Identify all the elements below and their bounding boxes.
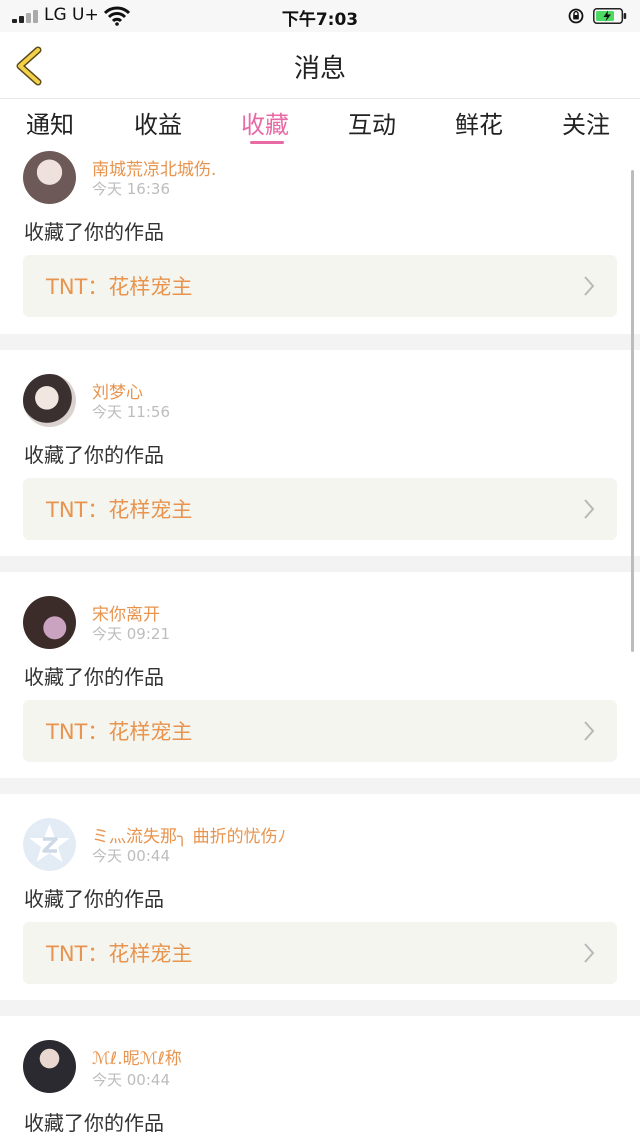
timestamp: 今天 16:36: [92, 180, 170, 198]
work-title: TNT：花样宠主: [46, 275, 193, 299]
work-link[interactable]: TNT：花样宠主: [23, 922, 617, 984]
tab-flowers[interactable]: 鲜花: [455, 105, 503, 140]
action-text: 收藏了你的作品: [24, 220, 164, 244]
timestamp: 今天 00:44: [92, 1071, 170, 1089]
work-link[interactable]: TNT：花样宠主: [23, 700, 617, 762]
action-text: 收藏了你的作品: [24, 665, 164, 689]
active-tab-indicator: [250, 141, 284, 144]
chevron-right-icon: [584, 276, 595, 296]
nav-header: 消息: [0, 32, 640, 98]
avatar[interactable]: [23, 151, 76, 204]
username[interactable]: 南城荒凉北城伤.: [92, 155, 216, 180]
rotation-lock-icon: [568, 8, 584, 24]
avatar[interactable]: [23, 1040, 76, 1093]
list-item: ℳℓ.昵ℳℓ称 今天 00:44 收藏了你的作品: [0, 1016, 640, 1138]
status-time: 下午7:03: [281, 10, 359, 30]
list-item: 南城荒凉北城伤. 今天 16:36 收藏了你的作品 TNT：花样宠主: [0, 148, 640, 334]
scrollbar[interactable]: [631, 170, 634, 652]
username[interactable]: 刘梦心: [92, 378, 143, 403]
timestamp: 今天 11:56: [92, 403, 170, 421]
tab-notices[interactable]: 通知: [26, 105, 74, 140]
work-link[interactable]: TNT：花样宠主: [23, 478, 617, 540]
work-title: TNT：花样宠主: [46, 498, 193, 522]
divider: [0, 556, 640, 572]
avatar[interactable]: [23, 596, 76, 649]
tab-bar: 通知 收益 收藏 互动 鲜花 关注: [0, 98, 640, 149]
work-title: TNT：花样宠主: [46, 942, 193, 966]
battery-icon: [593, 8, 627, 24]
action-text: 收藏了你的作品: [24, 443, 164, 467]
timestamp: 今天 09:21: [92, 625, 170, 643]
work-link[interactable]: TNT：花样宠主: [23, 255, 617, 317]
action-text: 收藏了你的作品: [24, 1111, 164, 1135]
timestamp: 今天 00:44: [92, 847, 170, 865]
list-item: 刘梦心 今天 11:56 收藏了你的作品 TNT：花样宠主: [0, 350, 640, 556]
avatar[interactable]: [23, 374, 76, 427]
default-avatar-icon[interactable]: [23, 818, 76, 871]
divider: [0, 334, 640, 350]
tab-follows[interactable]: 关注: [562, 105, 610, 140]
username[interactable]: ミ灬流失那╮ 曲折的忧伤ﾉ: [92, 822, 286, 847]
divider: [0, 778, 640, 794]
username[interactable]: ℳℓ.昵ℳℓ称: [92, 1044, 182, 1069]
chevron-right-icon: [584, 721, 595, 741]
status-bar: LG U+ 下午7:03: [0, 0, 640, 32]
divider: [0, 1000, 640, 1016]
chevron-right-icon: [584, 943, 595, 963]
tab-earnings[interactable]: 收益: [134, 105, 182, 140]
page-title: 消息: [293, 54, 346, 84]
action-text: 收藏了你的作品: [24, 887, 164, 911]
notification-list[interactable]: 南城荒凉北城伤. 今天 16:36 收藏了你的作品 TNT：花样宠主 刘梦心 今…: [0, 148, 640, 1138]
list-item: 宋你离开 今天 09:21 收藏了你的作品 TNT：花样宠主: [0, 572, 640, 778]
list-item: ミ灬流失那╮ 曲折的忧伤ﾉ 今天 00:44 收藏了你的作品 TNT：花样宠主: [0, 794, 640, 1000]
tab-favorites[interactable]: 收藏: [241, 105, 289, 140]
tab-interactions[interactable]: 互动: [348, 105, 396, 140]
chevron-right-icon: [584, 499, 595, 519]
work-title: TNT：花样宠主: [46, 720, 193, 744]
username[interactable]: 宋你离开: [92, 600, 160, 625]
